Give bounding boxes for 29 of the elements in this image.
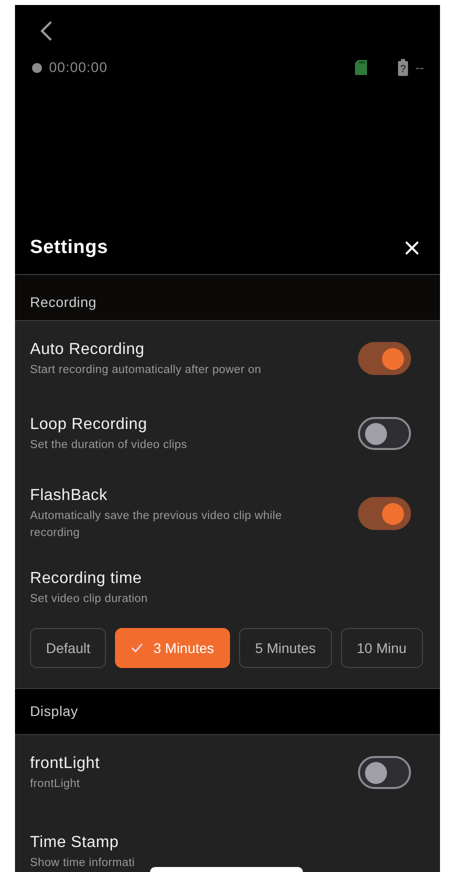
- duration-option[interactable]: Default: [30, 628, 106, 668]
- toggle-switch[interactable]: [358, 756, 411, 789]
- setting-title: frontLight: [30, 754, 100, 774]
- setting-title: Auto Recording: [30, 340, 146, 360]
- check-icon: [131, 643, 144, 653]
- setting-title: Loop Recording: [30, 414, 148, 434]
- toggle-switch[interactable]: [358, 342, 411, 375]
- back-icon[interactable]: [39, 20, 53, 42]
- setting-description: Set video clip duration: [30, 592, 148, 607]
- recording-timer: 00:00:00: [49, 58, 108, 78]
- setting-title: Time Stamp: [30, 833, 120, 853]
- sd-card-icon: [355, 60, 368, 76]
- battery-reading: --: [415, 58, 424, 77]
- settings-title: Settings: [30, 236, 108, 260]
- setting-description: Show time informati: [30, 856, 135, 871]
- setting-description: Start recording automatically after power on: [30, 362, 262, 378]
- toggle-switch[interactable]: [358, 497, 411, 530]
- setting-description: Set the duration of video clips: [30, 438, 188, 452]
- setting-title: Recording time: [30, 569, 143, 589]
- duration-option[interactable]: 5 Minutes: [239, 628, 332, 668]
- battery-icon: ?: [398, 59, 408, 76]
- setting-title: FlashBack: [30, 486, 108, 506]
- section-header: Recording: [30, 293, 97, 312]
- close-icon[interactable]: [404, 240, 420, 256]
- section-header: Display: [30, 702, 78, 721]
- toggle-switch[interactable]: [358, 417, 411, 450]
- setting-description: frontLight: [30, 776, 80, 792]
- setting-description: Automatically save the previous video clip while recording: [30, 509, 283, 541]
- duration-option[interactable]: 10 Minu: [340, 628, 423, 668]
